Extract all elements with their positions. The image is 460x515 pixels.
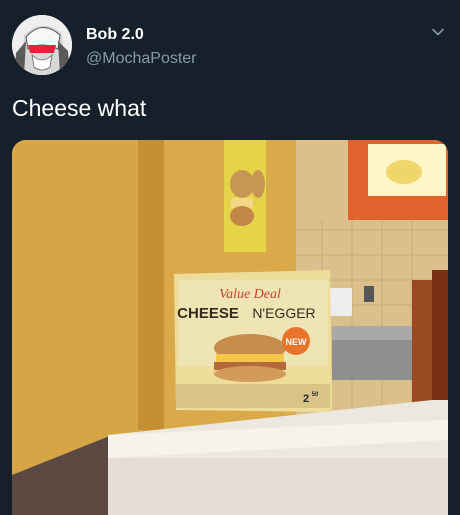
author-display-name[interactable]: Bob 2.0 <box>86 26 144 44</box>
value-deal-sign: Value Deal CHEESE N'EGGER NEW 2 50 <box>174 270 332 412</box>
chevron-down-icon[interactable] <box>430 24 446 40</box>
tweet-photo[interactable]: Value Deal CHEESE N'EGGER NEW 2 50 <box>12 140 448 515</box>
anime-character-avatar-icon <box>12 15 72 75</box>
sign-script-text: Value Deal <box>219 287 281 302</box>
author-handle[interactable]: @MochaPoster <box>86 50 197 68</box>
sign-title-bold: CHEESE <box>177 305 239 322</box>
avatar[interactable] <box>12 15 72 75</box>
sign-title-rest: N'EGGER <box>252 305 315 321</box>
sign-price: 2 <box>303 393 309 405</box>
sign-price-cents: 50 <box>312 392 319 398</box>
new-badge: NEW <box>286 337 308 347</box>
tweet-text: Cheese what <box>12 95 147 121</box>
